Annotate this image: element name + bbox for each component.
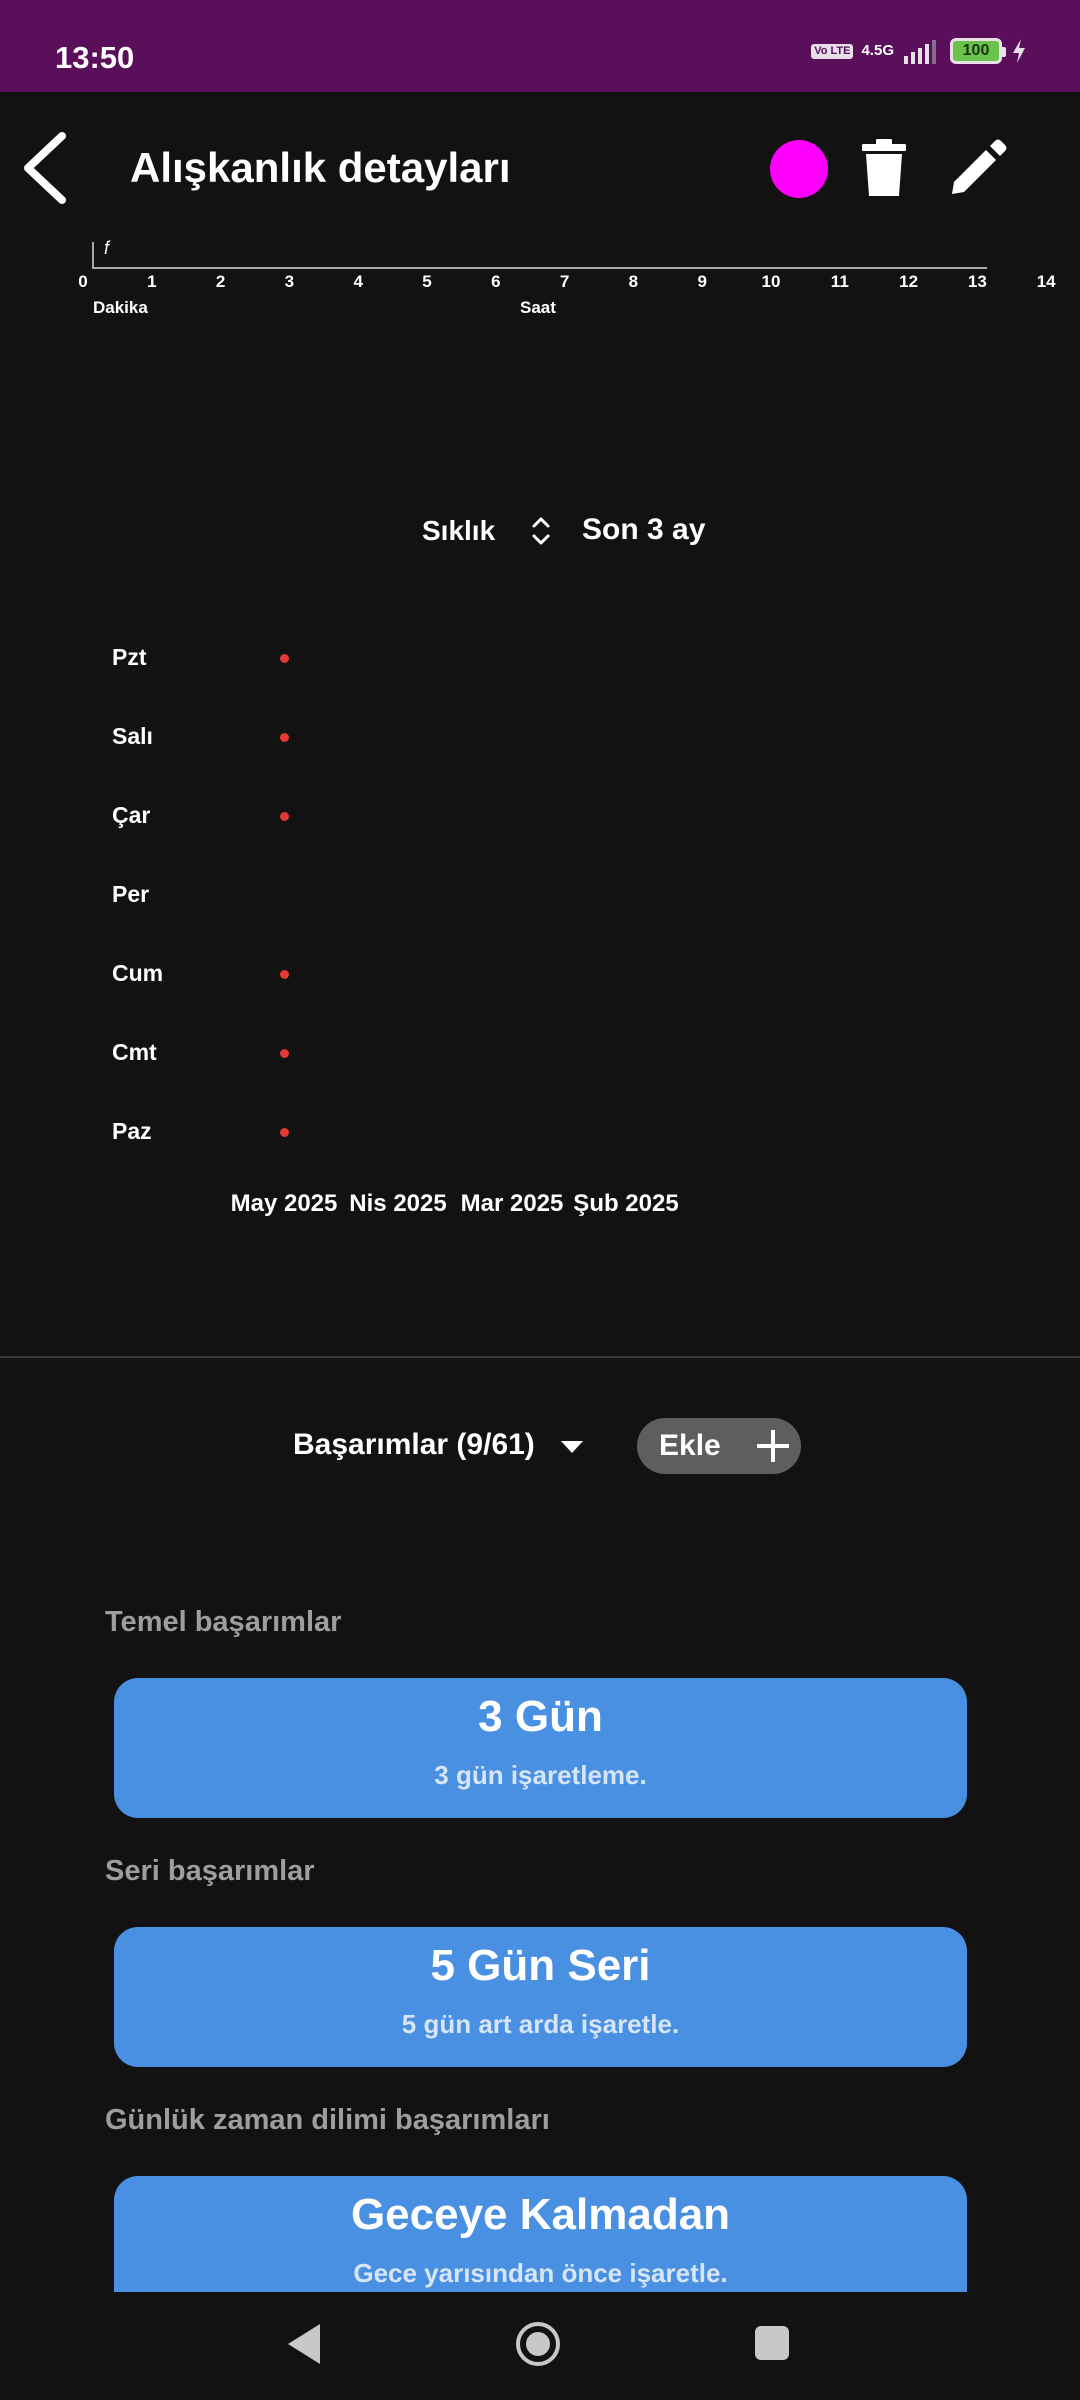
- achievement-description: Gece yarısından önce işaretle.: [353, 2258, 728, 2288]
- month-label: Nis 2025: [349, 1190, 447, 1217]
- delete-button[interactable]: [858, 138, 910, 198]
- add-achievement-button[interactable]: Ekle: [637, 1418, 801, 1474]
- day-label: Cmt: [112, 1039, 157, 1065]
- add-button-label: Ekle: [659, 1429, 721, 1462]
- section-title-streak: Seri başarımlar: [105, 1855, 315, 1887]
- axis-unit-hours: Saat: [520, 298, 556, 317]
- system-nav-bar: [0, 2292, 1080, 2400]
- achievement-title: Geceye Kalmadan: [350, 2190, 731, 2239]
- status-icons: Vo LTE 4.5G 100: [811, 38, 1028, 64]
- axis-tick-label: 11: [830, 272, 849, 291]
- status-time: 13:50: [55, 40, 135, 75]
- back-button[interactable]: [18, 130, 88, 206]
- day-label: Per: [112, 881, 150, 907]
- trash-icon: [862, 139, 906, 196]
- achievement-card[interactable]: 3 Gün 3 gün işaretleme.: [114, 1678, 967, 1818]
- divider: [0, 1356, 1080, 1358]
- day-label: Salı: [112, 723, 153, 749]
- chart-point: [280, 1049, 289, 1058]
- frequency-selector[interactable]: Sıklık Son 3 ay: [0, 505, 1080, 555]
- chart-point: [280, 970, 289, 979]
- plus-icon: [757, 1430, 789, 1462]
- section-title-basic: Temel başarımlar: [105, 1606, 342, 1638]
- back-arrow-icon: [24, 132, 66, 204]
- achievement-description: 5 gün art arda işaretle.: [401, 2009, 680, 2039]
- chart-point: [280, 733, 289, 742]
- frequency-chart: Pzt Salı Çar Per Cum Cmt Paz May 2025 Nis 2025 Ma…: [0, 620, 1080, 1240]
- habit-color-button[interactable]: [770, 140, 828, 198]
- battery-icon: 100: [950, 38, 1006, 64]
- achievement-description: 3 gün işaretleme.: [434, 1760, 647, 1790]
- nav-recents-icon[interactable]: [755, 2326, 789, 2360]
- axis-tick-label: 7: [559, 272, 570, 291]
- day-label: Pzt: [112, 644, 147, 670]
- scroll-clip: Geceye Kalmadan Gece yarısından önce işa…: [0, 2165, 1080, 2292]
- axis-marker-label: f: [104, 238, 110, 258]
- charging-bolt-icon: [1013, 39, 1025, 63]
- page-title: Alışkanlık detayları: [130, 144, 511, 191]
- day-label: Cum: [112, 960, 164, 986]
- status-bar: 13:50 Vo LTE 4.5G 100: [0, 0, 1080, 92]
- chart-point: [280, 1128, 289, 1137]
- axis-tick-label: 6: [491, 272, 501, 291]
- day-label: Paz: [112, 1118, 152, 1144]
- axis-start-marker: [92, 242, 94, 268]
- network-type: 4.5G: [861, 42, 894, 59]
- achievement-title: 3 Gün: [478, 1692, 603, 1741]
- volte-icon: Vo LTE: [811, 43, 854, 59]
- axis-tick-label: 1: [147, 272, 157, 291]
- edit-button[interactable]: [948, 138, 1008, 198]
- axis-tick-label: 14: [1036, 272, 1056, 291]
- axis-tick-label: 4: [353, 272, 363, 291]
- month-label: Mar 2025: [460, 1190, 564, 1217]
- axis-tick-label: 12: [899, 272, 919, 291]
- axis-tick-label: 9: [697, 272, 707, 291]
- chart-point: [280, 654, 289, 663]
- period-value[interactable]: Son 3 ay: [582, 513, 705, 547]
- dropdown-arrow-icon[interactable]: [560, 1440, 584, 1454]
- axis-tick-label: 13: [967, 272, 987, 291]
- nav-back-icon[interactable]: [286, 2322, 322, 2366]
- frequency-label: Sıklık: [422, 515, 496, 546]
- nav-home-icon[interactable]: [514, 2320, 562, 2368]
- day-label: Çar: [112, 802, 151, 828]
- time-axis: f 0 1 2 3 4 5 6 7 8 9 10 11 12 13 14 Dakika Saat: [0, 230, 1080, 330]
- achievements-title[interactable]: Başarımlar (9/61): [293, 1428, 535, 1462]
- chart-point: [280, 812, 289, 821]
- achievement-title: 5 Gün Seri: [430, 1941, 651, 1990]
- app-bar: Alışkanlık detayları: [0, 92, 1080, 242]
- up-down-chevron-icon[interactable]: [528, 511, 554, 551]
- achievements-header: Başarımlar (9/61) Ekle: [0, 1418, 1080, 1474]
- achievement-card[interactable]: Geceye Kalmadan Gece yarısından önce işa…: [114, 2176, 967, 2292]
- axis-tick-label: 3: [284, 272, 295, 291]
- achievement-card[interactable]: 5 Gün Seri 5 gün art arda işaretle.: [114, 1927, 967, 2067]
- axis-line: [92, 267, 987, 269]
- signal-icon: [904, 40, 936, 64]
- axis-tick-label: 5: [422, 272, 432, 291]
- section-title-time-of-day: Günlük zaman dilimi başarımları: [105, 2104, 550, 2136]
- month-label: May 2025: [230, 1190, 338, 1217]
- axis-tick-label: 10: [761, 272, 781, 291]
- axis-unit-minutes: Dakika: [93, 298, 148, 317]
- axis-tick-label: 8: [628, 272, 639, 291]
- axis-tick-label: 0: [78, 272, 88, 291]
- axis-tick-label: 2: [215, 272, 226, 291]
- month-label: Şub 2025: [573, 1190, 679, 1217]
- pencil-icon: [952, 139, 1007, 194]
